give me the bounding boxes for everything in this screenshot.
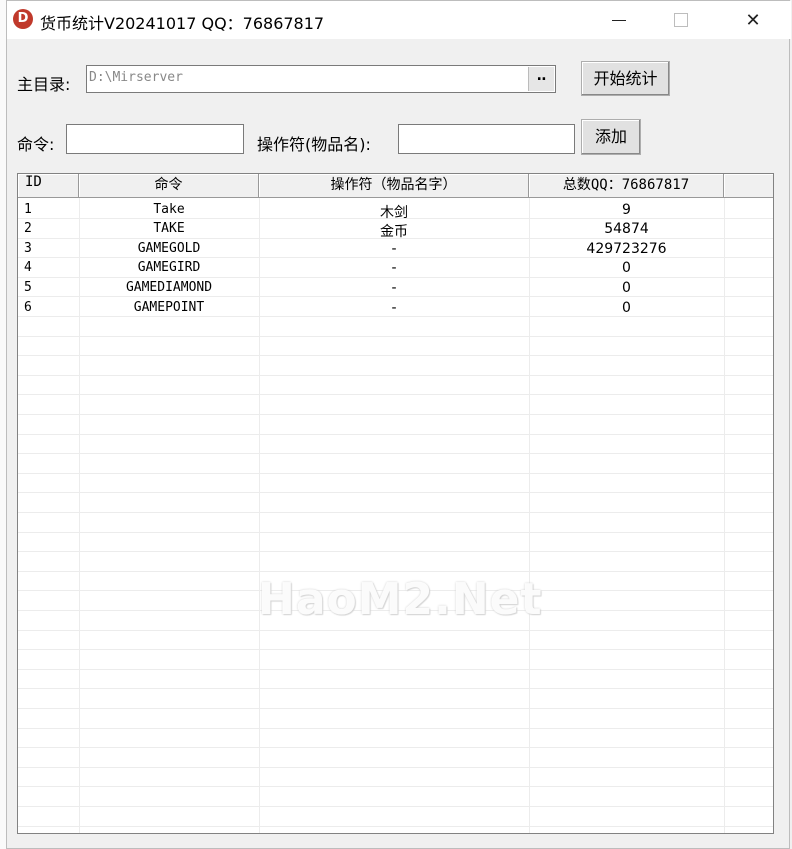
grid-line bbox=[18, 492, 773, 493]
grid-line bbox=[18, 767, 773, 768]
row-6-operator: - bbox=[391, 300, 397, 316]
command-label: 命令: bbox=[17, 135, 55, 154]
command-input[interactable] bbox=[66, 124, 244, 154]
column-header-operator[interactable]: 操作符（物品名字） bbox=[259, 174, 529, 197]
row-4-command: GAMEGIRD bbox=[137, 260, 201, 275]
row-4-operator: - bbox=[391, 260, 397, 276]
grid-line bbox=[18, 512, 773, 513]
maximize-button[interactable] bbox=[653, 1, 709, 39]
dir-label: 主目录: bbox=[17, 75, 71, 94]
start-button[interactable]: 开始统计 bbox=[581, 61, 670, 96]
grid-line bbox=[18, 532, 773, 533]
grid-line bbox=[18, 630, 773, 631]
grid-line bbox=[18, 336, 773, 337]
app-icon: D bbox=[13, 9, 33, 29]
column-header-total[interactable]: 总数QQ：76867817 bbox=[529, 174, 724, 197]
row-2-command: TAKE bbox=[153, 221, 185, 236]
add-button[interactable]: 添加 bbox=[581, 119, 641, 155]
window-title: 货币统计V20241017 QQ：76867817 bbox=[40, 14, 325, 33]
grid-line bbox=[18, 551, 773, 552]
app-window: D 货币统计V20241017 QQ：76867817 ✕ 主目录: D:\Mi… bbox=[6, 0, 791, 849]
maximize-icon bbox=[674, 13, 688, 27]
row-3-operator: - bbox=[391, 241, 397, 257]
grid-line bbox=[18, 571, 773, 572]
row-1-command: Take bbox=[153, 202, 185, 217]
browse-button[interactable]: ‥ bbox=[528, 67, 554, 91]
grid-line bbox=[18, 394, 773, 395]
grid-line bbox=[18, 728, 773, 729]
grid-line bbox=[18, 747, 773, 748]
grid-line bbox=[18, 453, 773, 454]
row-6-total: 0 bbox=[622, 300, 631, 316]
minimize-icon bbox=[612, 19, 626, 21]
grid-line bbox=[18, 826, 773, 827]
row-3-command: GAMEGOLD bbox=[137, 241, 201, 256]
operator-input[interactable] bbox=[398, 124, 575, 154]
row-1-total: 9 bbox=[622, 202, 631, 218]
row-2-total: 54874 bbox=[604, 221, 649, 237]
grid-line bbox=[18, 375, 773, 376]
operator-label: 操作符(物品名): bbox=[257, 135, 371, 154]
grid-line bbox=[18, 355, 773, 356]
grid-line bbox=[18, 688, 773, 689]
row-5-command: GAMEDIAMOND bbox=[125, 280, 213, 295]
grid-line bbox=[18, 786, 773, 787]
row-5-operator: - bbox=[391, 280, 397, 296]
minimize-button[interactable] bbox=[591, 1, 647, 39]
row-1-id: 1 bbox=[24, 202, 32, 217]
column-header-extra[interactable] bbox=[724, 174, 773, 197]
grid-line bbox=[18, 434, 773, 435]
title-bar[interactable]: D 货币统计V20241017 QQ：76867817 ✕ bbox=[7, 1, 791, 39]
dir-value: D:\Mirserver bbox=[89, 70, 183, 85]
row-6-command: GAMEPOINT bbox=[133, 300, 205, 315]
table-header: ID 命令 操作符（物品名字） 总数QQ：76867817 bbox=[18, 174, 773, 198]
dir-input[interactable]: D:\Mirserver ‥ bbox=[86, 65, 556, 93]
grid-line bbox=[724, 198, 725, 833]
column-header-command[interactable]: 命令 bbox=[79, 174, 259, 197]
close-icon: ✕ bbox=[745, 9, 761, 31]
row-3-id: 3 bbox=[24, 241, 32, 256]
row-4-id: 4 bbox=[24, 260, 32, 275]
grid-line bbox=[18, 649, 773, 650]
grid-line bbox=[18, 806, 773, 807]
result-table[interactable]: ID 命令 操作符（物品名字） 总数QQ：76867817 1 Take 木剑 … bbox=[17, 173, 774, 834]
row-3-total: 429723276 bbox=[586, 241, 667, 257]
row-2-id: 2 bbox=[24, 221, 32, 236]
grid-line bbox=[18, 669, 773, 670]
grid-line bbox=[18, 708, 773, 709]
grid-line bbox=[18, 414, 773, 415]
row-5-total: 0 bbox=[622, 280, 631, 296]
row-1-operator: 木剑 bbox=[380, 205, 408, 221]
watermark: HaoM2.Net bbox=[258, 574, 543, 625]
grid-line bbox=[18, 473, 773, 474]
close-button[interactable]: ✕ bbox=[725, 1, 781, 39]
row-2-operator: 金币 bbox=[380, 224, 408, 240]
row-4-total: 0 bbox=[622, 260, 631, 276]
column-header-id[interactable]: ID bbox=[18, 174, 79, 197]
row-5-id: 5 bbox=[24, 280, 32, 295]
row-6-id: 6 bbox=[24, 300, 32, 315]
